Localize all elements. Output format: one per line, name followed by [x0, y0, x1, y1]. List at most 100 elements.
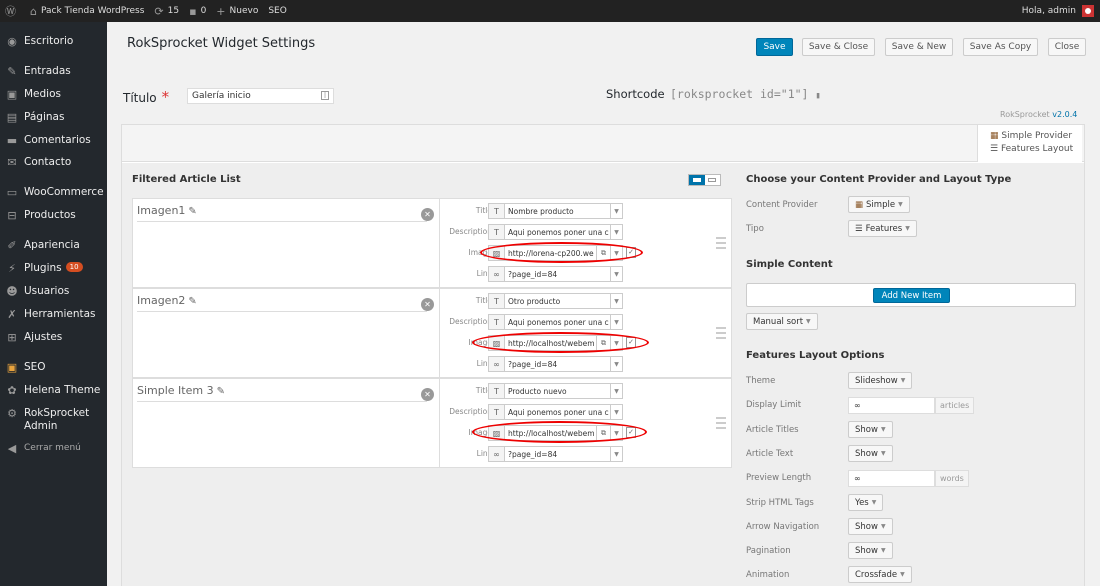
pencil-icon[interactable]: ✎	[188, 206, 196, 217]
theme-select[interactable]: Slideshow ▼	[848, 372, 913, 389]
drag-handle[interactable]	[716, 237, 726, 249]
sidebar-item-roksprocket-admin[interactable]: ⚙ RokSprocket Admin	[0, 407, 107, 433]
save-as-copy-button[interactable]: Save As Copy	[963, 38, 1038, 56]
sidebar-item-usuarios[interactable]: ☻ Usuarios	[0, 285, 107, 299]
media-picker-icon[interactable]: ⧉	[596, 426, 610, 440]
updates-link[interactable]: ⟳ 15	[149, 0, 184, 22]
content-area: Filtered Article List Imagen1 ✎ ✕ Title T N…	[122, 163, 1084, 586]
item-name[interactable]: Imagen1 ✎	[137, 204, 427, 222]
field-menu-icon[interactable]: ⁝	[321, 91, 329, 100]
image-field[interactable]: ▨ http://lorena-cp200.we ⧉ ▼	[488, 245, 623, 261]
description-field[interactable]: T Aqui ponemos poner una c ▼	[488, 314, 623, 330]
pencil-icon[interactable]: ✎	[188, 296, 196, 307]
display-limit-input[interactable]: ∞	[848, 397, 935, 414]
media-picker-icon[interactable]: ⧉	[596, 246, 610, 260]
features-heading: Features Layout Options	[746, 350, 885, 361]
article-titles-select[interactable]: Show ▼	[848, 421, 893, 438]
sidebar-item-contacto[interactable]: ✉ Contacto	[0, 156, 107, 170]
sidebar-item-productos[interactable]: ⊟ Productos	[0, 209, 107, 223]
list-view-button[interactable]	[689, 175, 705, 185]
dropdown-icon[interactable]: ▼	[610, 336, 622, 350]
sidebar-item-comentarios[interactable]: ▬ Comentarios	[0, 134, 107, 148]
remove-item-button[interactable]: ✕	[421, 298, 434, 311]
title-field[interactable]: T Producto nuevo ▼	[488, 383, 623, 399]
provider-layout-tab[interactable]: ▦ Simple Provider ☰ Features Layout	[977, 125, 1082, 162]
new-content-link[interactable]: + Nuevo	[211, 0, 263, 22]
remove-item-button[interactable]: ✕	[421, 208, 434, 221]
save-close-button[interactable]: Save & Close	[802, 38, 875, 56]
features-layout-tab[interactable]: ☰ Features Layout	[990, 143, 1082, 156]
description-field[interactable]: T Aqui ponemos poner una c ▼	[488, 404, 623, 420]
sidebar-item-woocommerce[interactable]: ▭ WooCommerce	[0, 186, 107, 200]
clipboard-icon[interactable]: ▮	[815, 91, 820, 101]
shortcode-value[interactable]: [roksprocket id="1"] ▮	[670, 87, 821, 101]
animation-select[interactable]: Crossfade ▼	[848, 566, 912, 583]
sidebar-item-apariencia[interactable]: ✐ Apariencia	[0, 239, 107, 253]
image-field[interactable]: ▨ http://localhost/webem ⧉ ▼	[488, 335, 623, 351]
save-new-button[interactable]: Save & New	[885, 38, 953, 56]
remove-item-button[interactable]: ✕	[421, 388, 434, 401]
article-text-select[interactable]: Show ▼	[848, 445, 893, 462]
titulo-input[interactable]: Galería inicio ⁝	[187, 88, 334, 104]
tipo-select[interactable]: ☰ Features ▼	[848, 220, 917, 237]
title-field[interactable]: T Nombre producto ▼	[488, 203, 623, 219]
comments-link[interactable]: ▪ 0	[184, 0, 211, 22]
link-field[interactable]: ∞ ?page_id=84 ▼	[488, 356, 623, 372]
dropdown-icon[interactable]: ▼	[610, 267, 622, 281]
close-button[interactable]: Close	[1048, 38, 1086, 56]
strip-html-select[interactable]: Yes ▼	[848, 494, 884, 511]
text-icon: T	[489, 225, 505, 239]
sidebar-item-paginas[interactable]: ▤ Páginas	[0, 111, 107, 125]
sidebar-item-helena-theme[interactable]: ✿ Helena Theme	[0, 384, 107, 398]
image-edit-icon[interactable]: ✓	[626, 247, 636, 258]
image-edit-icon[interactable]: ✓	[626, 337, 636, 348]
sidebar-item-ajustes[interactable]: ⊞ Ajustes	[0, 331, 107, 345]
item-name[interactable]: Simple Item 3 ✎	[137, 384, 427, 402]
dropdown-icon[interactable]: ▼	[610, 426, 622, 440]
option-label-animation: Animation	[746, 570, 790, 580]
sort-select[interactable]: Manual sort ▼	[746, 313, 818, 330]
dropdown-icon[interactable]: ▼	[610, 225, 622, 239]
site-name-link[interactable]: ⌂ Pack Tienda WordPress	[25, 0, 149, 22]
content-provider-select[interactable]: ▦ Simple ▼	[848, 196, 910, 213]
sidebar-item-entradas[interactable]: ✎ Entradas	[0, 65, 107, 79]
seo-link[interactable]: SEO	[263, 0, 291, 22]
link-field[interactable]: ∞ ?page_id=84 ▼	[488, 446, 623, 462]
title-field[interactable]: T Otro producto ▼	[488, 293, 623, 309]
dropdown-icon[interactable]: ▼	[610, 384, 622, 398]
dropdown-icon[interactable]: ▼	[610, 405, 622, 419]
drag-handle[interactable]	[716, 417, 726, 429]
sidebar-item-escritorio[interactable]: ◉ Escritorio	[0, 35, 107, 49]
dropdown-icon[interactable]: ▼	[610, 294, 622, 308]
simple-provider-tab[interactable]: ▦ Simple Provider	[990, 130, 1082, 143]
pencil-icon[interactable]: ✎	[217, 386, 225, 397]
drag-handle[interactable]	[716, 327, 726, 339]
dropdown-icon[interactable]: ▼	[610, 357, 622, 371]
sidebar-item-seo[interactable]: ▣ SEO	[0, 361, 107, 375]
chevron-down-icon: ▼	[880, 547, 886, 554]
dropdown-icon[interactable]: ▼	[610, 447, 622, 461]
wordpress-logo[interactable]: Ⓦ	[0, 0, 25, 22]
add-new-item-button[interactable]: Add New Item	[873, 288, 950, 303]
collapse-menu-button[interactable]: ◀ Cerrar menú	[0, 442, 107, 456]
preview-length-input[interactable]: ∞	[848, 470, 935, 487]
pagination-select[interactable]: Show ▼	[848, 542, 893, 559]
dropdown-icon[interactable]: ▼	[610, 246, 622, 260]
sidebar-item-plugins[interactable]: ⚡ Plugins 10	[0, 262, 107, 276]
grid-view-button[interactable]	[705, 175, 721, 185]
media-picker-icon[interactable]: ⧉	[596, 336, 610, 350]
link-field[interactable]: ∞ ?page_id=84 ▼	[488, 266, 623, 282]
avatar[interactable]	[1082, 5, 1094, 17]
dropdown-icon[interactable]: ▼	[610, 315, 622, 329]
greeting[interactable]: Hola, admin	[1022, 6, 1076, 16]
description-field[interactable]: T Aqui ponemos poner una c ▼	[488, 224, 623, 240]
image-edit-icon[interactable]: ✓	[626, 427, 636, 438]
sidebar-item-medios[interactable]: ▣ Medios	[0, 88, 107, 102]
image-field[interactable]: ▨ http://localhost/webem ⧉ ▼	[488, 425, 623, 441]
dropdown-icon[interactable]: ▼	[610, 204, 622, 218]
sidebar-item-herramientas[interactable]: ✗ Herramientas	[0, 308, 107, 322]
item-name[interactable]: Imagen2 ✎	[137, 294, 427, 312]
arrow-navigation-select[interactable]: Show ▼	[848, 518, 893, 535]
view-toggle[interactable]	[688, 174, 721, 186]
save-button[interactable]: Save	[756, 38, 793, 56]
